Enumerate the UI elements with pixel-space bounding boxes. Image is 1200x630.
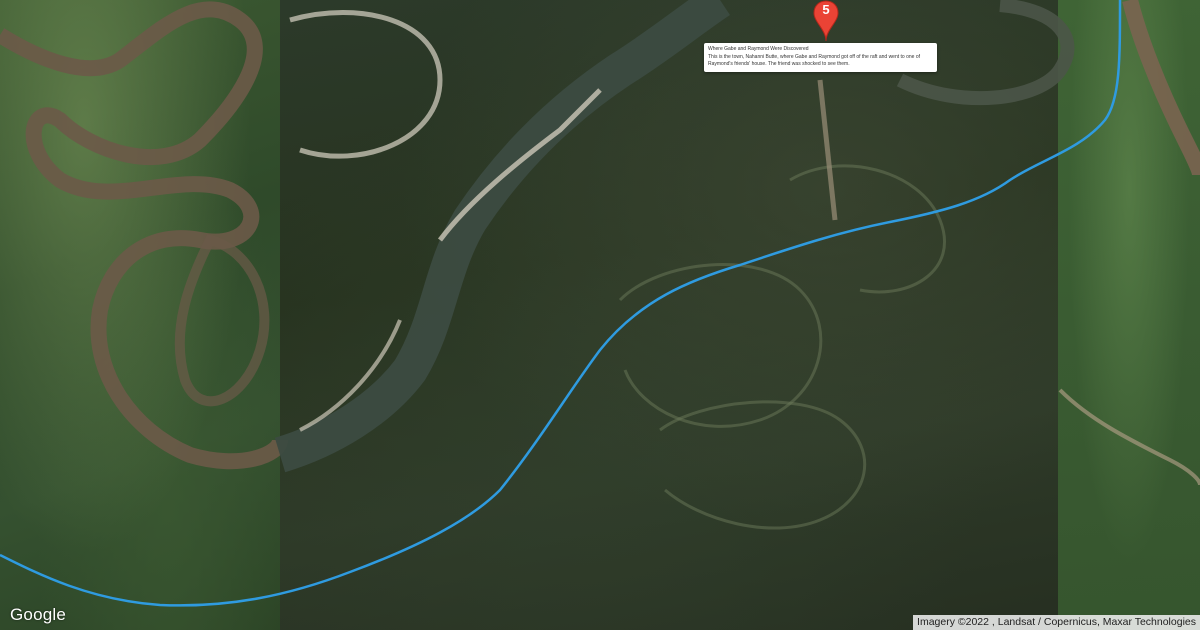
map-attribution[interactable]: Imagery ©2022 , Landsat / Copernicus, Ma…: [913, 615, 1200, 630]
map-canvas[interactable]: 5 Where Gabe and Raymond Were Discovered…: [0, 0, 1200, 630]
marker-number: 5: [822, 2, 830, 17]
oxbow-west: [174, 234, 270, 407]
airstrip: [817, 79, 838, 221]
meander-scar-3: [789, 164, 947, 294]
river-main: [274, 0, 731, 473]
creek-east: [1058, 388, 1200, 486]
terrain-layer: [0, 0, 1200, 607]
info-window-body: This is the town, Nahanni Butte, where G…: [708, 54, 920, 67]
info-window-title: Where Gabe and Raymond Were Discovered: [708, 46, 809, 52]
oxbow-top-center: [289, 10, 443, 159]
google-logo[interactable]: Google: [10, 605, 66, 625]
map-marker[interactable]: 5: [813, 0, 839, 42]
info-window[interactable]: Where Gabe and Raymond Were Discovered T…: [704, 43, 937, 72]
river-east: [1122, 0, 1200, 176]
meander-scar-2: [659, 400, 867, 530]
